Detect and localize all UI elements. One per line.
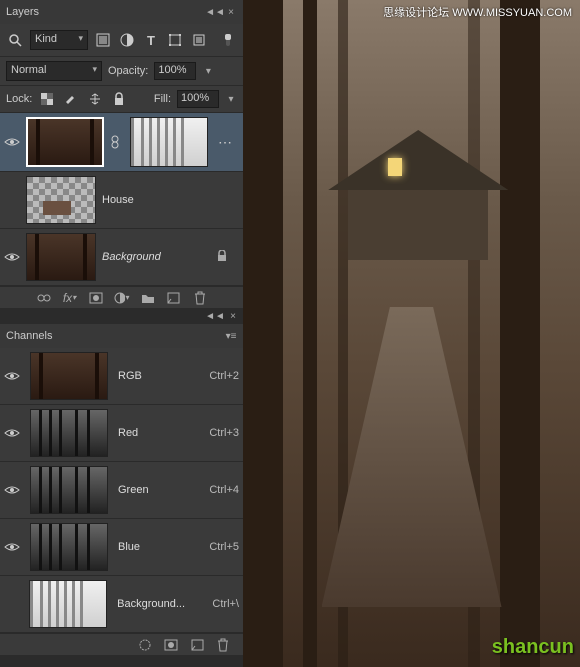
layer-filter-row: Kind T (0, 24, 243, 57)
layer-thumbnail[interactable] (26, 176, 96, 224)
load-selection-icon[interactable] (137, 637, 153, 653)
document-canvas[interactable]: 思缘设计论坛 WWW.MISSYUAN.COM shancun (243, 0, 580, 667)
adjustment-layer-icon[interactable]: ▾ (114, 290, 130, 306)
opacity-label: Opacity: (108, 65, 148, 77)
fill-input[interactable]: 100% (177, 90, 219, 108)
layers-panel-header: Layers ◄◄ × (0, 0, 243, 24)
channel-name-label: Blue (118, 541, 199, 553)
channels-list: RGB Ctrl+2 Red Ctrl+3 Green Ctrl+4 Blue … (0, 348, 243, 633)
mask-link-icon[interactable] (110, 135, 124, 149)
visibility-toggle-icon[interactable] (4, 482, 20, 498)
layer-options-icon[interactable]: ⋯ (218, 134, 232, 151)
channels-panel-footer (0, 633, 243, 655)
layer-thumbnail[interactable] (26, 117, 104, 167)
filter-type-icon[interactable]: T (142, 31, 160, 49)
delete-channel-icon[interactable] (215, 637, 231, 653)
channel-thumbnail[interactable] (29, 580, 107, 628)
lock-label: Lock: (6, 93, 32, 105)
lock-position-icon[interactable] (86, 90, 104, 108)
channel-shortcut-label: Ctrl+5 (209, 541, 239, 553)
filter-shape-icon[interactable] (166, 31, 184, 49)
channel-name-label: RGB (118, 370, 199, 382)
layer-effects-icon[interactable]: fx▾ (62, 290, 78, 306)
watermark-logo: shancun (492, 636, 574, 659)
channels-panel-header: Channels ▾≡ (0, 324, 243, 348)
channel-name-label: Green (118, 484, 199, 496)
layer-row[interactable]: Background (0, 229, 243, 286)
new-group-icon[interactable] (140, 290, 156, 306)
layer-row[interactable]: ⋯ (0, 113, 243, 172)
delete-layer-icon[interactable] (192, 290, 208, 306)
close-panel-icon[interactable]: × (227, 310, 239, 322)
channel-shortcut-label: Ctrl+3 (209, 427, 239, 439)
layer-row[interactable]: House (0, 172, 243, 229)
search-icon (6, 31, 24, 49)
layers-panel-footer: fx▾ ▾ (0, 286, 243, 308)
new-layer-icon[interactable] (166, 290, 182, 306)
blend-mode-dropdown[interactable]: Normal (6, 61, 102, 81)
filter-pixel-icon[interactable] (94, 31, 112, 49)
filter-toggle-switch[interactable] (219, 31, 237, 49)
filter-adjustment-icon[interactable] (118, 31, 136, 49)
save-selection-icon[interactable] (163, 637, 179, 653)
channel-thumbnail[interactable] (30, 523, 108, 571)
channel-thumbnail[interactable] (30, 466, 108, 514)
layer-name-label[interactable]: Background (102, 251, 161, 263)
watermark-text: 思缘设计论坛 WWW.MISSYUAN.COM (383, 4, 572, 20)
channel-name-label: Background... (117, 598, 202, 610)
lock-all-icon[interactable] (110, 90, 128, 108)
visibility-toggle-icon[interactable] (4, 539, 20, 555)
channel-row[interactable]: RGB Ctrl+2 (0, 348, 243, 405)
new-channel-icon[interactable] (189, 637, 205, 653)
link-layers-icon[interactable] (36, 290, 52, 306)
collapse-icon[interactable]: ◄◄ (209, 310, 221, 322)
channel-row[interactable]: Background... Ctrl+\ (0, 576, 243, 633)
filter-smartobject-icon[interactable] (190, 31, 208, 49)
visibility-toggle-icon[interactable] (4, 368, 20, 384)
collapse-icon[interactable]: ◄◄ (209, 6, 221, 18)
lock-row: Lock: Fill: 100% ▾ (0, 86, 243, 113)
visibility-toggle-icon[interactable] (4, 425, 20, 441)
channels-panel-title: Channels (6, 330, 52, 342)
channel-row[interactable]: Green Ctrl+4 (0, 462, 243, 519)
fill-label: Fill: (154, 93, 171, 105)
opacity-input[interactable]: 100% (154, 62, 196, 80)
channel-row[interactable]: Blue Ctrl+5 (0, 519, 243, 576)
close-panel-icon[interactable]: × (225, 6, 237, 18)
lock-paint-icon[interactable] (62, 90, 80, 108)
channel-shortcut-label: Ctrl+2 (209, 370, 239, 382)
channel-thumbnail[interactable] (30, 352, 108, 400)
channel-shortcut-label: Ctrl+4 (209, 484, 239, 496)
channel-thumbnail[interactable] (30, 409, 108, 457)
lock-transparency-icon[interactable] (38, 90, 56, 108)
layer-name-label[interactable]: House (102, 194, 134, 206)
chevron-down-icon[interactable]: ▾ (225, 93, 237, 105)
chevron-down-icon[interactable]: ▾ (202, 65, 214, 77)
channel-name-label: Red (118, 427, 199, 439)
layer-mask-thumbnail[interactable] (130, 117, 208, 167)
channel-shortcut-label: Ctrl+\ (212, 598, 239, 610)
blend-mode-row: Normal Opacity: 100% ▾ (0, 57, 243, 86)
panel-menu-icon[interactable]: ▾≡ (225, 330, 237, 342)
lock-indicator-icon (217, 250, 231, 264)
filter-kind-dropdown[interactable]: Kind (30, 30, 88, 50)
channel-row[interactable]: Red Ctrl+3 (0, 405, 243, 462)
layers-panel-title: Layers (6, 6, 39, 18)
layers-list: ⋯ House Background (0, 113, 243, 286)
visibility-toggle-icon[interactable] (4, 134, 20, 150)
visibility-toggle-icon[interactable] (4, 249, 20, 265)
add-mask-icon[interactable] (88, 290, 104, 306)
layer-thumbnail[interactable] (26, 233, 96, 281)
